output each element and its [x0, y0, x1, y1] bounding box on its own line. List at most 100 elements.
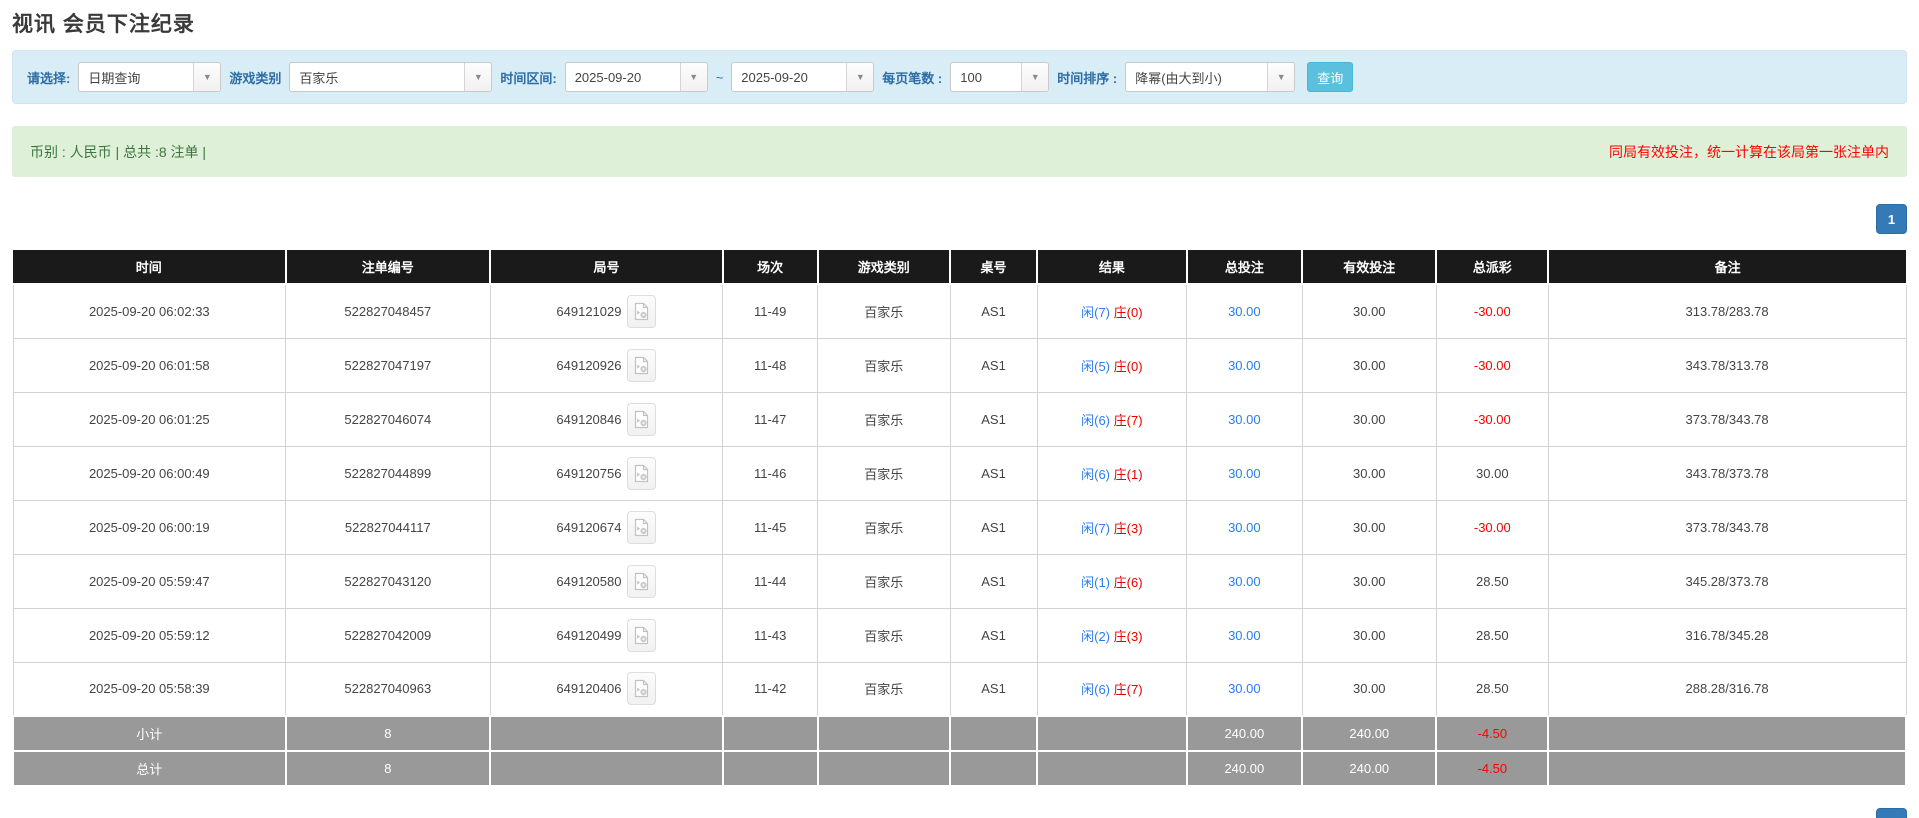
- search-button[interactable]: 查询: [1307, 62, 1354, 92]
- query-type-select[interactable]: 日期查询 ▼: [78, 62, 222, 92]
- cell-round-id: 649120499: [489, 608, 724, 663]
- summary-empty: [489, 715, 724, 752]
- cell-valid-bet: 30.00: [1301, 338, 1437, 393]
- query-type-label: 请选择:: [27, 70, 71, 86]
- cell-result: 闲(1) 庄(6): [1036, 554, 1188, 609]
- summary-note: 同局有效投注，统一计算在该局第一张注单内: [1609, 143, 1889, 160]
- cell-time: 2025-09-20 06:00:49: [12, 446, 287, 501]
- chevron-down-icon[interactable]: ▼: [464, 63, 492, 91]
- video-file-icon: [635, 356, 649, 374]
- summary-empty: [1036, 750, 1188, 787]
- result-banker: 庄(3): [1113, 520, 1143, 536]
- cell-bet-id: 522827043120: [285, 554, 491, 609]
- video-file-icon: [635, 302, 649, 320]
- column-header: 总投注: [1186, 250, 1304, 285]
- video-file-icon: [635, 464, 649, 482]
- video-replay-button[interactable]: [627, 294, 657, 328]
- cell-valid-bet: 30.00: [1301, 392, 1437, 447]
- sort-select[interactable]: 降幂(由大到小) ▼: [1125, 62, 1296, 92]
- cell-payout: -30.00: [1435, 284, 1549, 339]
- summary-row: 总计 8 240.00 240.00 -4.50: [12, 750, 1907, 787]
- summary-total-bet: 240.00: [1185, 750, 1304, 787]
- total-bet-link[interactable]: 30.00: [1228, 412, 1261, 427]
- column-header: 总派彩: [1436, 250, 1550, 285]
- result-banker: 庄(0): [1113, 358, 1143, 374]
- summary-row-label: 小计: [12, 715, 287, 752]
- video-replay-button[interactable]: [627, 564, 657, 598]
- cell-total-bet: 30.00: [1186, 500, 1303, 555]
- video-replay-button[interactable]: [627, 510, 657, 544]
- round-id-text: 649120846: [556, 411, 622, 427]
- total-bet-link[interactable]: 30.00: [1228, 520, 1261, 535]
- total-bet-link[interactable]: 30.00: [1228, 681, 1261, 696]
- date-to-select[interactable]: 2025-09-20 ▼: [731, 62, 875, 92]
- cell-remark: 373.78/343.78: [1547, 500, 1907, 555]
- cell-total-bet: 30.00: [1186, 608, 1303, 663]
- page-1-button[interactable]: 1: [1876, 808, 1907, 818]
- cell-valid-bet: 30.00: [1301, 500, 1437, 555]
- total-bet-link[interactable]: 30.00: [1228, 358, 1261, 373]
- video-file-icon: [635, 518, 649, 536]
- cell-time: 2025-09-20 06:00:19: [12, 500, 287, 555]
- cell-result: 闲(6) 庄(7): [1036, 662, 1188, 717]
- video-replay-button[interactable]: [627, 402, 657, 436]
- summary-empty: [1036, 715, 1188, 752]
- per-page-select[interactable]: 100 ▼: [950, 62, 1050, 92]
- summary-count: 8: [284, 715, 492, 752]
- result-player: 闲(6): [1081, 412, 1111, 428]
- cell-remark: 343.78/313.78: [1547, 338, 1907, 393]
- total-bet-link[interactable]: 30.00: [1228, 628, 1261, 643]
- chevron-down-icon[interactable]: ▼: [1267, 63, 1295, 91]
- cell-table-no: AS1: [949, 500, 1038, 555]
- column-header: 备注: [1548, 250, 1906, 285]
- cell-session: 11-49: [722, 284, 818, 339]
- chevron-down-icon[interactable]: ▼: [846, 63, 874, 91]
- total-bet-link[interactable]: 30.00: [1228, 466, 1261, 481]
- chevron-down-icon[interactable]: ▼: [679, 63, 707, 91]
- video-replay-button[interactable]: [627, 348, 657, 382]
- game-type-select[interactable]: 百家乐 ▼: [289, 62, 493, 92]
- video-replay-button[interactable]: [627, 618, 657, 652]
- summary-empty: [816, 750, 951, 787]
- result-banker: 庄(1): [1113, 466, 1143, 482]
- cell-result: 闲(6) 庄(1): [1036, 446, 1188, 501]
- cell-valid-bet: 30.00: [1301, 284, 1437, 339]
- chevron-down-icon[interactable]: ▼: [193, 63, 221, 91]
- cell-result: 闲(2) 庄(3): [1036, 608, 1188, 663]
- table-row: 2025-09-20 06:01:25 522827046074 6491208…: [12, 392, 1907, 447]
- cell-payout: 28.50: [1435, 662, 1549, 717]
- round-id-text: 649120926: [556, 357, 622, 373]
- cell-session: 11-46: [722, 446, 818, 501]
- video-replay-button[interactable]: [627, 456, 657, 490]
- cell-round-id: 649120846: [489, 392, 724, 447]
- total-bet-link[interactable]: 30.00: [1228, 574, 1261, 589]
- cell-result: 闲(6) 庄(7): [1036, 392, 1188, 447]
- cell-valid-bet: 30.00: [1301, 446, 1437, 501]
- cell-result: 闲(7) 庄(3): [1036, 500, 1188, 555]
- cell-remark: 313.78/283.78: [1547, 284, 1907, 339]
- cell-remark: 373.78/343.78: [1547, 392, 1907, 447]
- date-from-select[interactable]: 2025-09-20 ▼: [564, 62, 708, 92]
- cell-table-no: AS1: [949, 554, 1038, 609]
- summary-empty: [1547, 715, 1907, 752]
- summary-empty: [721, 715, 819, 752]
- video-replay-button[interactable]: [627, 672, 657, 706]
- column-header: 有效投注: [1302, 250, 1438, 285]
- range-tilde: ~: [715, 69, 724, 85]
- result-player: 闲(5): [1081, 358, 1111, 374]
- chevron-down-icon[interactable]: ▼: [1021, 63, 1049, 91]
- cell-game-type: 百家乐: [817, 500, 951, 555]
- total-bet-link[interactable]: 30.00: [1228, 304, 1261, 319]
- video-file-icon: [635, 572, 649, 590]
- page-1-button[interactable]: 1: [1876, 204, 1907, 234]
- page: 视讯 会员下注纪录 请选择: 日期查询 ▼ 游戏类别 百家乐 ▼ 时间区间: 2…: [0, 0, 1919, 818]
- cell-table-no: AS1: [949, 662, 1038, 717]
- cell-time: 2025-09-20 05:58:39: [12, 662, 287, 717]
- result-player: 闲(2): [1081, 628, 1111, 644]
- summary-valid-bet: 240.00: [1301, 715, 1438, 752]
- per-page-value: 100: [960, 69, 982, 85]
- cell-total-bet: 30.00: [1186, 554, 1303, 609]
- cell-total-bet: 30.00: [1186, 446, 1303, 501]
- result-player: 闲(6): [1081, 466, 1111, 482]
- cell-remark: 345.28/373.78: [1547, 554, 1907, 609]
